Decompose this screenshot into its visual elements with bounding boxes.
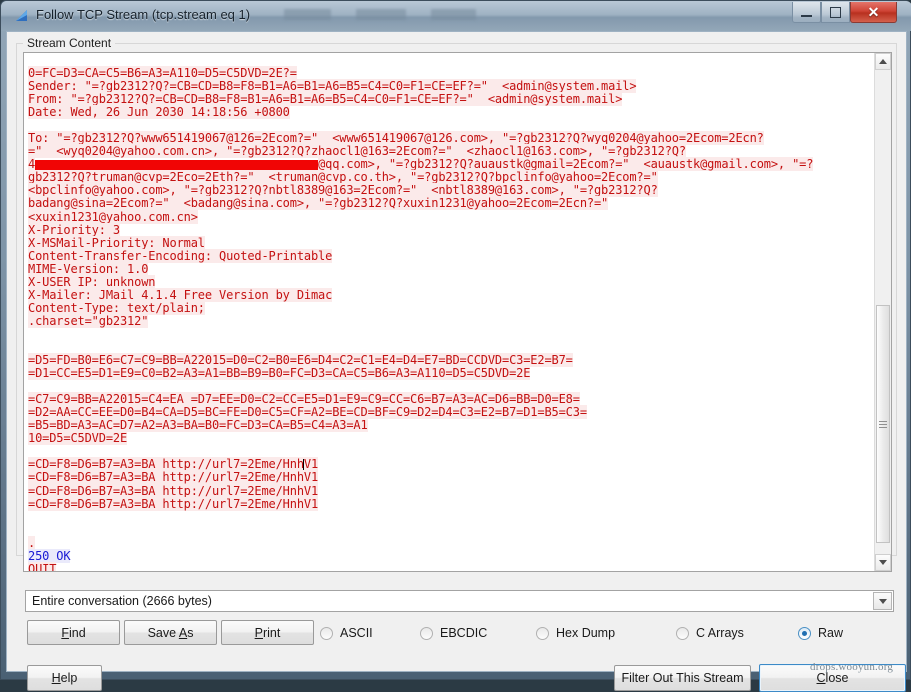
conversation-select[interactable]: Entire conversation (2666 bytes)	[25, 590, 894, 612]
window-title: Follow TCP Stream (tcp.stream eq 1)	[36, 7, 251, 22]
radio-ascii[interactable]: ASCII	[320, 624, 373, 642]
radio-c-arrays-label: C Arrays	[696, 626, 744, 640]
maximize-icon	[830, 6, 841, 18]
radio-ascii-label: ASCII	[340, 626, 373, 640]
maximize-button[interactable]	[821, 2, 850, 23]
stream-line: Date: Wed, 26 Jun 2030 14:18:56 +0800	[28, 105, 290, 120]
stream-line	[28, 511, 873, 524]
stream-content-pane[interactable]: 0=FC=D3=CA=C5=B6=A3=A110=D5=C5DVD=2E?= Se…	[23, 52, 892, 572]
filter-out-this-stream-label: Filter Out This Stream	[621, 671, 744, 685]
find-button[interactable]: Find	[27, 620, 120, 645]
stream-line: 250 OK	[28, 548, 71, 563]
conversation-select-arrow[interactable]	[873, 592, 892, 610]
stream-line: .	[28, 535, 36, 550]
stream-line: X-USER_IP: unknown	[28, 274, 156, 289]
help-button-label: Help	[51, 671, 78, 685]
radio-c-arrays[interactable]: C Arrays	[676, 624, 744, 642]
stream-line: 10=D5=C5DVD=2E	[28, 431, 128, 446]
stream-line: X-Mailer: JMail 4.1.4 Free Version by Di…	[28, 287, 333, 302]
radio-raw[interactable]: Raw	[798, 624, 843, 642]
print-button-label: Print	[254, 625, 281, 640]
minimize-button[interactable]	[792, 2, 821, 23]
scroll-up-arrow-icon[interactable]	[875, 53, 891, 70]
stream-line: badang@sina=2Ecom?=" <badang@sina.com>, …	[28, 196, 609, 211]
scrollbar-thumb[interactable]	[876, 305, 890, 543]
stream-line: =CD=F8=D6=B7=A3=BA http://url7=2Eme/HnhV…	[28, 470, 319, 485]
stream-vertical-scrollbar[interactable]	[874, 53, 891, 571]
save-as-button-label: Save As	[147, 625, 194, 640]
background-ghost-text-1	[284, 9, 331, 20]
stream-content-label: Stream Content	[23, 36, 116, 50]
stream-line: =CD=F8=D6=B7=A3=BA http://url7=2Eme/HnhV…	[28, 483, 319, 498]
stream-line: =CD=F8=D6=B7=A3=BA http://url7=2Eme/HnhV…	[28, 496, 319, 511]
dialog-body: Stream Content 0=FC=D3=CA=C5=B6=A3=A110=…	[6, 31, 907, 692]
print-button[interactable]: Print	[221, 620, 314, 645]
chevron-down-icon	[878, 598, 887, 604]
radio-ebcdic-label: EBCDIC	[440, 626, 488, 640]
watermark: drops.wooyun.org	[810, 661, 894, 673]
window-close-button[interactable]: ✕	[850, 2, 897, 23]
stream-content-text[interactable]: 0=FC=D3=CA=C5=B6=A3=A110=D5=C5DVD=2E?= Se…	[28, 66, 873, 571]
background-ghost-text-2	[356, 9, 406, 20]
filter-out-this-stream-button[interactable]: Filter Out This Stream	[614, 665, 751, 691]
radio-ebcdic[interactable]: EBCDIC	[420, 624, 487, 642]
stream-line: .charset="gb2312"	[28, 313, 149, 328]
radio-hex-dump[interactable]: Hex Dump	[536, 624, 615, 642]
stream-line	[28, 524, 873, 537]
stream-line: QUIT	[28, 561, 873, 571]
help-button[interactable]: Help	[27, 665, 102, 691]
wireshark-shark-fin-icon	[14, 8, 30, 24]
radio-hex-dump-label: Hex Dump	[556, 626, 616, 640]
radio-ascii-indicator	[320, 626, 333, 640]
radio-raw-indicator	[798, 626, 811, 640]
radio-c-arrays-indicator	[676, 626, 689, 640]
radio-hex-dump-indicator	[536, 626, 549, 640]
background-ghost-text-3	[431, 9, 476, 20]
title-bar: Follow TCP Stream (tcp.stream eq 1) ✕	[1, 1, 911, 31]
stream-line: =B5=BD=A3=AC=D7=A2=A3=BA=B0=FC=D3=CA=B5=…	[28, 418, 368, 433]
stream-line: <xuxin1231@yahoo.com.cn>	[28, 209, 198, 224]
save-as-button[interactable]: Save As	[124, 620, 217, 645]
chevron-up-icon	[879, 59, 887, 64]
scroll-down-arrow-icon[interactable]	[875, 554, 891, 571]
close-icon: ✕	[867, 4, 880, 20]
chevron-down-icon	[879, 560, 887, 565]
close-button-label: Close	[816, 671, 849, 685]
radio-ebcdic-indicator	[420, 626, 433, 640]
stream-line: MIME-Version: 1.0	[28, 261, 149, 276]
radio-raw-label: Raw	[818, 626, 844, 640]
stream-line: =D1=CC=E5=D1=E9=C0=B2=A3=A1=BB=B9=B0=FC=…	[28, 366, 531, 381]
follow-tcp-stream-window: Follow TCP Stream (tcp.stream eq 1) ✕ St…	[0, 0, 911, 692]
scrollbar-grip-icon	[879, 419, 887, 430]
stream-line: X-Priority: 3	[28, 222, 120, 237]
conversation-select-value: Entire conversation (2666 bytes)	[32, 594, 212, 608]
stream-line	[28, 328, 873, 341]
minimize-icon	[801, 14, 812, 17]
find-button-label: Find	[61, 625, 86, 640]
stream-line: Content-Transfer-Encoding: Quoted-Printa…	[28, 248, 333, 263]
stream-line: Content-Type: text/plain;	[28, 300, 205, 315]
stream-line: X-MSMail-Priority: Normal	[28, 235, 205, 250]
